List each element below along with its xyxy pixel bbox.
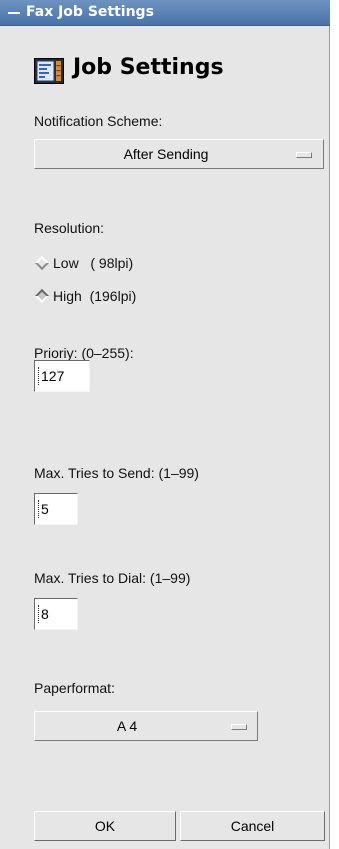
ok-button[interactable]: OK [34, 811, 176, 841]
dropdown-indicator-icon [231, 724, 247, 730]
notification-scheme-dropdown[interactable]: After Sending [34, 139, 324, 169]
paperformat-dropdown[interactable]: A 4 [34, 711, 258, 741]
window-menu-icon[interactable] [8, 12, 20, 14]
title-bar[interactable]: Fax Job Settings [0, 0, 330, 26]
notification-scheme-label: Notification Scheme: [34, 113, 163, 129]
resolution-low-label: Low ( 98lpi) [53, 255, 134, 271]
fax-settings-icon [34, 58, 64, 84]
cancel-button[interactable]: Cancel [180, 811, 325, 841]
max-tries-dial-value: 8 [41, 606, 49, 622]
page-title: Job Settings [73, 55, 224, 80]
resolution-label: Resolution: [34, 220, 105, 236]
radio-diamond-icon [34, 288, 50, 304]
resolution-high-label: High (196lpi) [53, 288, 137, 304]
resolution-high-radio[interactable]: High (196lpi) [34, 288, 136, 304]
priority-input[interactable]: 127 [34, 360, 90, 392]
resolution-low-radio[interactable]: Low ( 98lpi) [34, 255, 133, 271]
priority-value: 127 [41, 368, 65, 384]
window-title: Fax Job Settings [26, 4, 154, 20]
priority-label: Prioriy: (0–255): [34, 345, 134, 361]
notification-scheme-value: After Sending [123, 146, 209, 162]
max-tries-send-label: Max. Tries to Send: (1–99) [34, 465, 199, 481]
radio-diamond-icon [34, 255, 50, 271]
max-tries-dial-label: Max. Tries to Dial: (1–99) [34, 570, 191, 586]
fax-job-settings-window: Fax Job Settings Job Settings Notificati… [0, 0, 330, 849]
paperformat-label: Paperformat: [34, 680, 115, 696]
dropdown-indicator-icon [296, 152, 312, 158]
max-tries-send-value: 5 [41, 501, 49, 517]
paperformat-value: A 4 [116, 718, 138, 734]
max-tries-send-input[interactable]: 5 [34, 493, 78, 525]
max-tries-dial-input[interactable]: 8 [34, 598, 78, 630]
